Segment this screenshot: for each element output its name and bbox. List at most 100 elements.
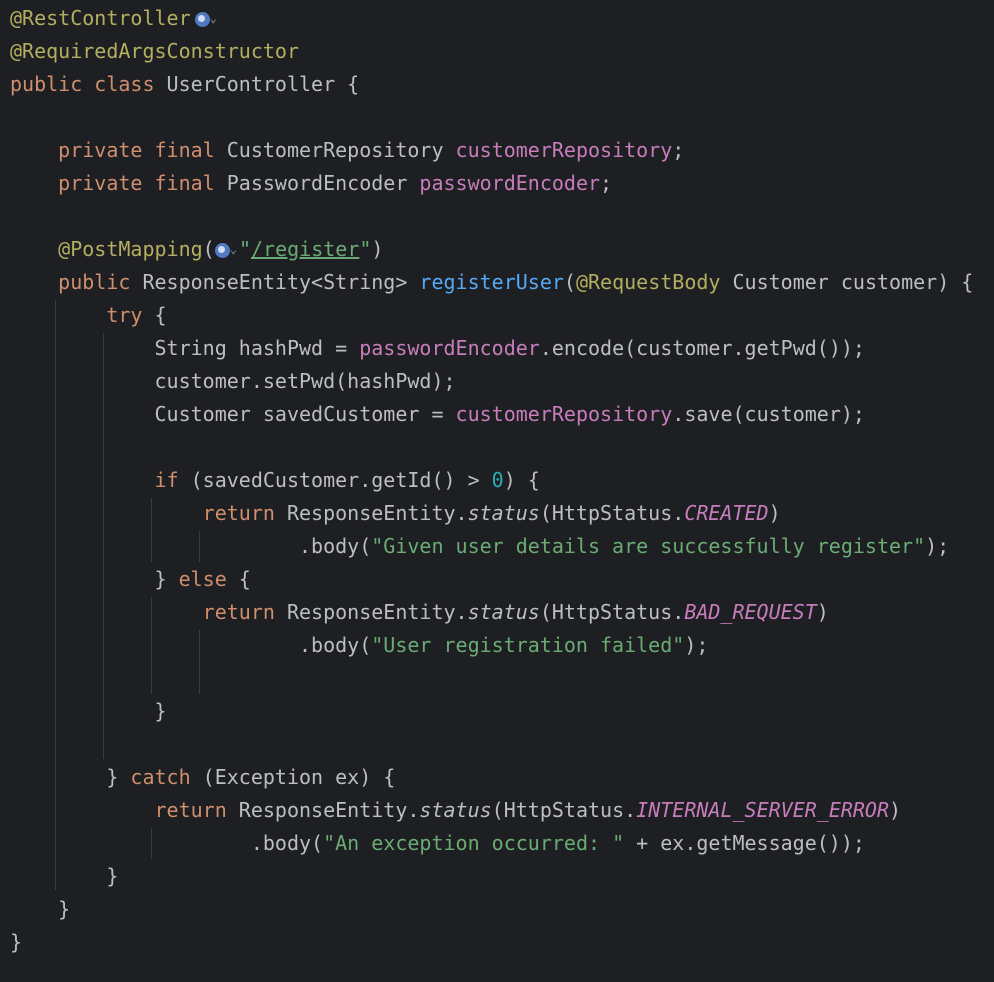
chevron-down-icon[interactable]: ⌄ — [230, 233, 237, 266]
code-text: (savedCustomer.getId() > — [178, 468, 492, 492]
code-text: (Exception ex) { — [190, 765, 396, 789]
keyword: try — [106, 303, 143, 327]
code-text: + ex.getMessage()); — [624, 831, 865, 855]
code-text: (HttpStatus. — [539, 600, 685, 624]
code-line-2: @RequiredArgsConstructor — [10, 35, 299, 68]
class-declaration: UserController { — [154, 72, 360, 96]
code-line-13: Customer savedCustomer = customerReposit… — [10, 398, 865, 431]
code-line-3: public class UserController { — [10, 68, 359, 101]
code-line-29: } — [10, 926, 22, 959]
string-quote: " — [359, 237, 372, 261]
type-name: ResponseEntity<String> — [130, 270, 420, 294]
punctuation: ); — [684, 633, 709, 657]
code-line-25: return ResponseEntity.status(HttpStatus.… — [10, 794, 902, 827]
code-line-22: } — [10, 695, 167, 728]
code-line-8: @PostMapping(⌄ "/register") — [10, 233, 383, 266]
code-line-20: .body("User registration failed"); — [10, 629, 708, 662]
number-literal: 0 — [491, 468, 504, 492]
type-name: PasswordEncoder — [214, 171, 420, 195]
annotation-post-mapping: @PostMapping — [58, 237, 203, 261]
enum-constant: BAD_REQUEST — [684, 600, 817, 624]
static-method: status — [467, 501, 540, 525]
code-line-11: String hashPwd = passwordEncoder.encode(… — [10, 332, 865, 365]
static-method: status — [419, 798, 492, 822]
code-text: Customer savedCustomer = — [154, 402, 456, 426]
code-text: ResponseEntity. — [226, 798, 420, 822]
annotation-request-body: @RequestBody — [575, 270, 721, 294]
keyword: public class — [10, 72, 155, 96]
punctuation: ) — [889, 798, 902, 822]
string-literal: "An exception occurred: " — [323, 831, 625, 855]
keyword: else — [178, 567, 227, 591]
punctuation: { — [226, 567, 251, 591]
field-name: customerRepository — [455, 402, 673, 426]
keyword: public — [58, 270, 131, 294]
method-name: registerUser — [419, 270, 564, 294]
code-line-6: private final PasswordEncoder passwordEn… — [10, 167, 612, 200]
punctuation: } — [106, 765, 131, 789]
code-text: customer.setPwd(hashPwd); — [154, 369, 456, 393]
code-line-12: customer.setPwd(hashPwd); — [10, 365, 456, 398]
punctuation: ; — [672, 138, 685, 162]
punctuation: ; — [600, 171, 613, 195]
enum-constant: INTERNAL_SERVER_ERROR — [636, 798, 890, 822]
globe-icon[interactable] — [194, 12, 210, 27]
code-text: .save(customer); — [672, 402, 865, 426]
field-name: passwordEncoder — [419, 171, 601, 195]
code-line-15: if (savedCustomer.getId() > 0) { — [10, 464, 540, 497]
code-line-24: } catch (Exception ex) { — [10, 761, 395, 794]
keyword: private final — [58, 138, 215, 162]
code-text: .body( — [298, 534, 372, 558]
code-text: ResponseEntity. — [274, 501, 468, 525]
code-text: ) { — [503, 468, 540, 492]
annotation-rest-controller: @RestController — [10, 6, 191, 30]
code-text: (HttpStatus. — [539, 501, 685, 525]
static-method: status — [467, 600, 540, 624]
enum-constant: CREATED — [684, 501, 769, 525]
code-line-10: try { — [10, 299, 167, 332]
field-name: passwordEncoder — [359, 336, 540, 360]
code-line-27: } — [10, 860, 118, 893]
string-quote: " — [238, 237, 251, 261]
keyword: return — [202, 501, 275, 525]
code-line-17: .body("Given user details are successful… — [10, 530, 949, 563]
endpoint-path-link[interactable]: /register — [251, 237, 359, 261]
code-line-26: .body("An exception occurred: " + ex.get… — [10, 827, 865, 860]
keyword: catch — [130, 765, 191, 789]
type-name: CustomerRepository — [214, 138, 456, 162]
punctuation: { — [142, 303, 167, 327]
punctuation: } — [154, 699, 167, 723]
punctuation: ) — [371, 237, 384, 261]
parameters: Customer customer) { — [720, 270, 974, 294]
keyword: return — [202, 600, 275, 624]
field-name: customerRepository — [455, 138, 673, 162]
punctuation: ( — [563, 270, 576, 294]
punctuation: } — [106, 864, 119, 888]
code-line-18: } else { — [10, 563, 251, 596]
code-text: .encode(customer.getPwd()); — [539, 336, 865, 360]
keyword: return — [154, 798, 227, 822]
globe-icon[interactable] — [214, 243, 230, 258]
code-line-1: @RestController ⌄ — [10, 2, 219, 35]
code-line-5: private final CustomerRepository custome… — [10, 134, 684, 167]
keyword: private final — [58, 171, 215, 195]
code-line-28: } — [10, 893, 70, 926]
annotation-required-args: @RequiredArgsConstructor — [10, 39, 299, 63]
code-editor[interactable]: @RestController ⌄ @RequiredArgsConstructo… — [0, 0, 994, 982]
punctuation: ) — [768, 501, 781, 525]
string-literal: "User registration failed" — [371, 633, 685, 657]
punctuation: } — [58, 897, 71, 921]
punctuation: } — [154, 567, 179, 591]
punctuation: ( — [202, 237, 215, 261]
chevron-down-icon[interactable]: ⌄ — [210, 2, 217, 35]
code-line-16: return ResponseEntity.status(HttpStatus.… — [10, 497, 781, 530]
code-line-19: return ResponseEntity.status(HttpStatus.… — [10, 596, 829, 629]
code-text: ResponseEntity. — [274, 600, 468, 624]
punctuation: ) — [816, 600, 829, 624]
code-text: String hashPwd = — [154, 336, 360, 360]
punctuation: } — [10, 930, 23, 954]
code-line-9: public ResponseEntity<String> registerUs… — [10, 266, 973, 299]
code-text: (HttpStatus. — [491, 798, 637, 822]
code-text: .body( — [298, 633, 372, 657]
code-text: .body( — [250, 831, 324, 855]
